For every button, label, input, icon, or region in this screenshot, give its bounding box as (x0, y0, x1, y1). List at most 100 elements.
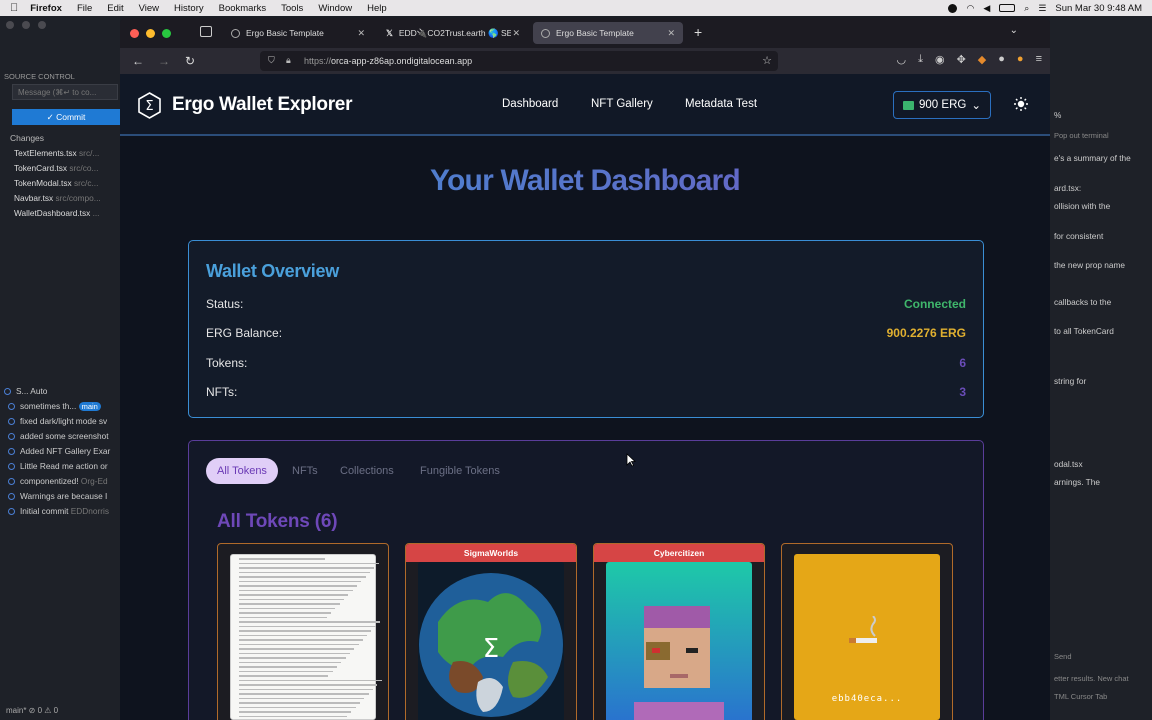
doc-line (239, 607, 336, 609)
extensions-icon[interactable]: ✥ (957, 53, 966, 66)
changed-file[interactable]: WalletDashboard.tsx ... (14, 208, 99, 218)
commit-entry[interactable]: Warnings are because I (8, 491, 107, 501)
changed-file[interactable]: Navbar.tsx src/compo... (14, 193, 101, 203)
tracking-shield-icon[interactable]: ⛉ (268, 55, 275, 66)
tokens-heading: All Tokens (6) (217, 511, 338, 532)
close-tab-icon[interactable]: ✕ (512, 28, 520, 39)
changed-file[interactable]: TokenModal.tsx src/c... (14, 178, 98, 188)
clock[interactable]: Sun Mar 30 9:48 AM (1055, 3, 1142, 14)
search-icon[interactable]: ⌕ (1024, 3, 1029, 14)
new-tab-icon[interactable]: + (694, 24, 702, 40)
tab-nfts[interactable]: NFTs (292, 458, 318, 484)
doc-line (239, 657, 346, 659)
list-tabs-icon[interactable]: ⌄ (1010, 25, 1018, 36)
commit-entry[interactable]: Added NFT Gallery Exar (8, 446, 110, 456)
downloads-icon[interactable]: ⤓ (918, 53, 923, 66)
token-card[interactable]: Cybercitizen (593, 543, 765, 720)
browser-tab[interactable]: 𝕏 EDD🔌CO2Trust.earth 🌎 SERV✕ (378, 22, 528, 44)
back-icon[interactable]: ← (130, 54, 146, 68)
tab-collections[interactable]: Collections (340, 458, 394, 484)
nav-metadata-test[interactable]: Metadata Test (685, 98, 757, 110)
browser-tab[interactable]: Ergo Basic Template ✕ (223, 22, 373, 44)
chevron-down-icon: ⌄ (971, 100, 981, 112)
chat-text-line: TML Cursor Tab (1054, 692, 1108, 701)
commit-entry[interactable]: fixed dark/light mode sv (8, 416, 107, 426)
commit-entry[interactable]: componentized! Org-Ed (8, 476, 108, 486)
erg-balance-button[interactable]: 900 ERG ⌄ (893, 91, 991, 119)
lock-icon[interactable]: 🔒︎ (286, 55, 291, 66)
doc-line (239, 603, 340, 605)
doc-line (239, 571, 371, 573)
doc-line (239, 562, 379, 564)
token-card[interactable] (217, 543, 389, 720)
apple-icon[interactable]:  (10, 2, 18, 14)
ergo-logo-icon[interactable]: Σ (136, 92, 163, 119)
doc-line (239, 576, 366, 578)
control-center-icon[interactable]: ☰ (1038, 3, 1046, 14)
vscode-status-bar[interactable]: main* ⊘ 0 ⚠ 0 (6, 706, 58, 715)
menu-history[interactable]: History (174, 3, 204, 14)
doc-line (239, 580, 362, 582)
minimize-window-icon[interactable] (146, 28, 155, 38)
tab-fungible-tokens[interactable]: Fungible Tokens (420, 458, 500, 484)
maximize-window-icon[interactable] (162, 28, 171, 38)
theme-toggle-sun-icon[interactable] (1014, 97, 1028, 111)
brand-title[interactable]: Ergo Wallet Explorer (172, 94, 352, 116)
token-card[interactable]: SigmaWorlds Σ (405, 543, 577, 720)
app-navbar: Σ Ergo Wallet Explorer Dashboard NFT Gal… (120, 74, 1050, 136)
commit-entry[interactable]: Little Read me action or (8, 461, 108, 471)
menu-app-name[interactable]: Firefox (30, 3, 62, 14)
chat-text-line: arnings. The (1054, 477, 1100, 487)
metamask-icon[interactable]: ◆ (978, 53, 986, 66)
changed-file[interactable]: TokenCard.tsx src/co... (14, 163, 98, 173)
vscode-chat-panel: % Pop out terminal e's a summary of the ard… (1050, 16, 1152, 720)
doc-line (239, 585, 358, 587)
pocket-icon[interactable]: ◡ (896, 53, 906, 66)
nav-dashboard[interactable]: Dashboard (502, 98, 558, 110)
nautilus-wallet-icon[interactable]: ● (1017, 53, 1024, 66)
forward-icon[interactable]: → (156, 54, 172, 68)
close-window-icon[interactable] (130, 28, 139, 38)
close-tab-icon[interactable]: ✕ (357, 28, 365, 39)
commit-entry[interactable]: added some screenshot (8, 431, 109, 441)
commit-message-input[interactable]: Message (⌘↵ to co... (12, 84, 118, 100)
menu-tools[interactable]: Tools (281, 3, 303, 14)
browser-tab-active[interactable]: Ergo Basic Template ✕ (533, 22, 683, 44)
menu-bookmarks[interactable]: Bookmarks (219, 3, 267, 14)
bookmark-star-icon[interactable]: ☆ (762, 54, 772, 67)
commit-entry[interactable]: Initial commit EDDnorris (8, 506, 109, 516)
volume-icon[interactable]: ◀ (983, 3, 990, 14)
menu-file[interactable]: File (77, 3, 92, 14)
tokens-label: Tokens: (206, 356, 248, 370)
menu-view[interactable]: View (139, 3, 159, 14)
menu-help[interactable]: Help (367, 3, 387, 14)
account-icon[interactable]: ◉ (935, 53, 945, 66)
reload-icon[interactable]: ↻ (182, 54, 198, 68)
wifi-icon[interactable]: ◠ (966, 3, 974, 14)
macos-menubar:  Firefox File Edit View History Bookmar… (0, 0, 1152, 16)
chat-text-line: callbacks to the (1054, 297, 1112, 307)
vscode-source-control: SOURCE CONTROL Message (⌘↵ to co... ✓ Co… (0, 16, 120, 720)
changes-header[interactable]: Changes (10, 133, 44, 143)
graph-header[interactable]: S... Auto (4, 386, 47, 396)
menu-icon[interactable]: ≡ (1036, 53, 1042, 66)
doc-line (239, 625, 376, 627)
commit-button[interactable]: ✓ Commit (12, 109, 120, 125)
changed-file[interactable]: TextElements.tsx src/... (14, 148, 99, 158)
close-tab-icon[interactable]: ✕ (667, 28, 675, 39)
menu-window[interactable]: Window (318, 3, 352, 14)
url-bar[interactable]: ⛉ 🔒︎ https://orca-app-z86ap.ondigitaloce… (260, 51, 778, 71)
battery-icon[interactable] (999, 4, 1016, 12)
token-card[interactable]: ebb40eca... (781, 543, 953, 720)
tab-all-tokens[interactable]: All Tokens (206, 458, 278, 484)
extension-avatar-icon[interactable]: ● (998, 53, 1005, 66)
menu-edit[interactable]: Edit (107, 3, 123, 14)
tab-overview-icon[interactable] (200, 26, 212, 37)
commit-entry[interactable]: sometimes th... main (8, 401, 101, 411)
doc-line (239, 594, 349, 596)
nav-nft-gallery[interactable]: NFT Gallery (591, 98, 653, 110)
record-icon[interactable] (948, 3, 958, 13)
file-name: TokenCard.tsx (14, 163, 68, 173)
commit-msg: Initial commit (20, 506, 69, 516)
doc-line (239, 702, 360, 704)
